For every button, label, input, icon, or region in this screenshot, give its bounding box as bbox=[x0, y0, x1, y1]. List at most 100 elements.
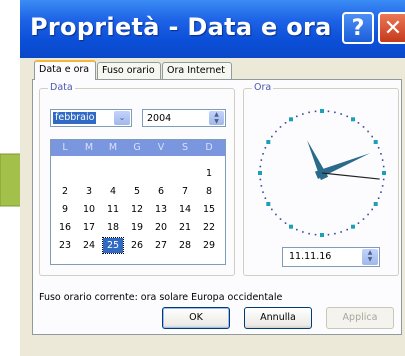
day-cell[interactable]: 22 bbox=[199, 220, 219, 235]
day-cell[interactable]: 26 bbox=[127, 238, 147, 253]
clock-minute-mark bbox=[262, 191, 264, 193]
clock-minute-mark bbox=[380, 153, 382, 155]
tab-panel: Data febbraio ⌄ 2004 ▲ ▼ LMMGVSD 1234567… bbox=[32, 79, 402, 335]
day-cell[interactable]: 20 bbox=[151, 220, 171, 235]
cancel-button[interactable]: Annulla bbox=[244, 307, 312, 329]
clock-hour-mark bbox=[351, 224, 355, 229]
year-spinner[interactable]: 2004 ▲ ▼ bbox=[142, 109, 226, 127]
time-spinner[interactable]: 11.11.16 ▲ ▼ bbox=[282, 247, 380, 267]
clock-hour-mark bbox=[289, 117, 293, 122]
clock-minute-mark bbox=[382, 178, 385, 181]
month-value: febbraio bbox=[53, 112, 97, 124]
day-cell[interactable]: 14 bbox=[175, 202, 195, 217]
clock-minute-mark bbox=[371, 135, 373, 138]
clock-minute-mark bbox=[260, 185, 263, 187]
clock-minute-mark bbox=[371, 208, 373, 211]
day-cell[interactable]: 24 bbox=[79, 238, 99, 253]
clock-minute-mark bbox=[381, 185, 384, 187]
clock-hour-mark bbox=[289, 224, 293, 229]
day-cell[interactable]: 23 bbox=[55, 238, 75, 253]
clock-minute-mark bbox=[284, 222, 287, 224]
clock-minute-mark bbox=[279, 218, 282, 220]
day-cell[interactable]: 7 bbox=[175, 184, 195, 199]
title-bar[interactable]: Proprietà - Data e ora ? ✕ bbox=[20, 0, 405, 58]
clock-minute-mark bbox=[279, 126, 282, 128]
day-cell[interactable]: 9 bbox=[55, 202, 75, 217]
time-value: 11.11.16 bbox=[289, 251, 332, 262]
month-dropdown[interactable]: febbraio ⌄ bbox=[50, 109, 132, 127]
ok-button[interactable]: OK bbox=[162, 307, 230, 329]
weekday-header: G bbox=[133, 142, 141, 153]
clock-minute-mark bbox=[275, 130, 277, 133]
day-cell[interactable]: 10 bbox=[79, 202, 99, 217]
date-group-label: Data bbox=[48, 82, 75, 93]
clock-minute-mark bbox=[346, 115, 349, 118]
selected-day-cell[interactable]: 25 bbox=[102, 237, 124, 254]
clock-minute-mark bbox=[367, 213, 369, 216]
day-cell[interactable]: 29 bbox=[199, 238, 219, 253]
clock-hour-mark bbox=[373, 140, 378, 144]
tab-date-time[interactable]: Data e ora bbox=[34, 60, 96, 80]
tab-internet-time[interactable]: Ora Internet bbox=[162, 62, 232, 79]
clock-minute-mark bbox=[327, 110, 330, 113]
spin-down-icon[interactable]: ▼ bbox=[209, 118, 224, 125]
day-cell[interactable]: 4 bbox=[103, 184, 123, 199]
weekday-header: M bbox=[84, 142, 94, 153]
clock-minute-mark bbox=[259, 178, 262, 181]
clock-minute-mark bbox=[357, 122, 360, 124]
day-cell[interactable]: 19 bbox=[127, 220, 147, 235]
apply-button[interactable]: Applica bbox=[326, 307, 394, 329]
day-cell[interactable]: 15 bbox=[199, 202, 219, 217]
date-group: Data febbraio ⌄ 2004 ▲ ▼ LMMGVSD 1234567… bbox=[39, 82, 235, 276]
day-cell[interactable]: 1 bbox=[199, 166, 219, 181]
time-group-label: Ora bbox=[252, 82, 274, 93]
day-cell[interactable]: 11 bbox=[103, 202, 123, 217]
clock-minute-mark bbox=[357, 222, 360, 224]
chevron-down-icon[interactable]: ⌄ bbox=[114, 111, 130, 125]
month-calendar[interactable]: LMMGVSD 1 2 3 4 5 6 7 8 9 10 11 12 13 14 15 16 17 18 19 20 2… bbox=[50, 139, 226, 265]
day-cell[interactable]: 27 bbox=[151, 238, 171, 253]
weekday-header: V bbox=[157, 142, 165, 153]
dialog-content: Data e ora Fuso orario Ora Internet Data… bbox=[20, 58, 405, 356]
help-button[interactable]: ? bbox=[342, 12, 374, 44]
clock-minute-mark bbox=[381, 159, 384, 161]
clock-hour-mark bbox=[351, 117, 355, 122]
day-cell[interactable]: 3 bbox=[79, 184, 99, 199]
day-cell[interactable]: 6 bbox=[151, 184, 171, 199]
clock-hour-mark bbox=[320, 233, 324, 237]
close-button[interactable]: ✕ bbox=[378, 12, 405, 44]
day-cell[interactable]: 2 bbox=[55, 184, 75, 199]
clock-minute-mark bbox=[302, 113, 304, 115]
day-cell[interactable]: 18 bbox=[103, 220, 123, 235]
analog-clock bbox=[258, 109, 386, 237]
year-spin-buttons[interactable]: ▲ ▼ bbox=[209, 111, 224, 125]
clock-minute-mark bbox=[260, 159, 263, 161]
clock-minute-mark bbox=[382, 165, 385, 168]
year-value: 2004 bbox=[147, 113, 172, 124]
clock-hour-mark bbox=[266, 202, 271, 206]
clock-minute-mark bbox=[327, 233, 330, 236]
day-cell[interactable]: 12 bbox=[127, 202, 147, 217]
day-cell[interactable]: 8 bbox=[199, 184, 219, 199]
day-cell[interactable]: 16 bbox=[55, 220, 75, 235]
day-cell[interactable]: 13 bbox=[151, 202, 171, 217]
clock-hour-mark bbox=[373, 202, 378, 206]
clock-minute-mark bbox=[295, 115, 298, 118]
clock-minute-mark bbox=[346, 228, 349, 231]
time-group: Ora 11.11.16 ▲ ▼ bbox=[243, 82, 399, 276]
time-spin-buttons[interactable]: ▲ ▼ bbox=[362, 249, 378, 265]
clock-minute-mark bbox=[271, 208, 273, 211]
spin-up-icon[interactable]: ▲ bbox=[209, 111, 224, 118]
clock-minute-mark bbox=[262, 153, 264, 155]
tab-time-zone[interactable]: Fuso orario bbox=[97, 62, 161, 79]
day-cell[interactable]: 5 bbox=[127, 184, 147, 199]
clock-minute-mark bbox=[334, 232, 336, 235]
current-timezone-label: Fuso orario corrente: ora solare Europa … bbox=[39, 292, 283, 303]
clock-minute-mark bbox=[314, 110, 317, 113]
day-cell[interactable]: 17 bbox=[79, 220, 99, 235]
clock-minute-mark bbox=[340, 231, 342, 233]
day-cell[interactable]: 21 bbox=[175, 220, 195, 235]
spin-down-icon[interactable]: ▼ bbox=[362, 256, 378, 264]
weekday-header: S bbox=[181, 142, 189, 153]
day-cell[interactable]: 28 bbox=[175, 238, 195, 253]
